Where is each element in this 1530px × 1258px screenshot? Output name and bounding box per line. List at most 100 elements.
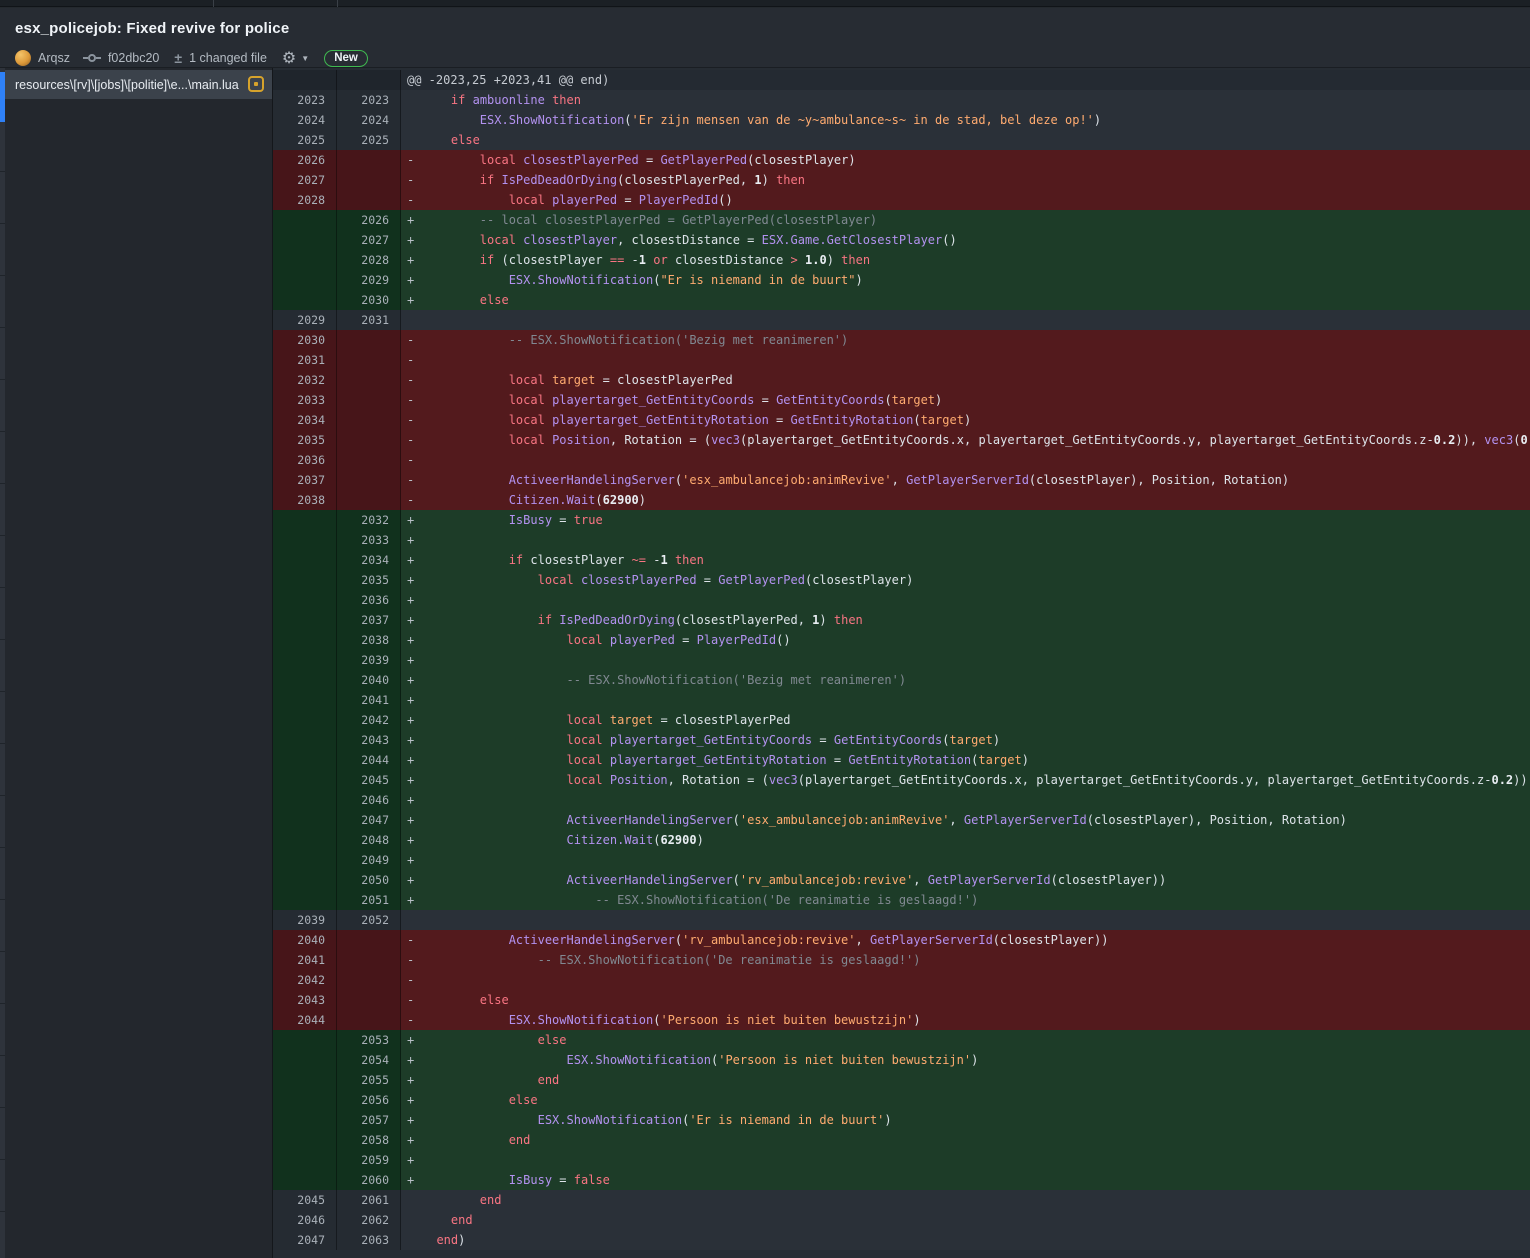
diff-line: 2029+ ESX.ShowNotification("Er is nieman… — [273, 270, 1530, 290]
diff-line: 2058+ end — [273, 1130, 1530, 1150]
old-line-number — [273, 790, 337, 810]
old-line-number: 2035 — [273, 430, 337, 450]
diff-line: 2027- if IsPedDeadOrDying(closestPlayerP… — [273, 170, 1530, 190]
old-line-number — [273, 1150, 337, 1170]
added-marker: + — [407, 550, 422, 570]
removed-marker: - — [407, 350, 422, 370]
code-text: + if IsPedDeadOrDying(closestPlayerPed, … — [401, 610, 1530, 630]
diff-line: 2030+ else — [273, 290, 1530, 310]
diff-line: 20232023 if ambuonline then — [273, 90, 1530, 110]
diff-line: 2035+ local closestPlayerPed = GetPlayer… — [273, 570, 1530, 590]
diff-line: 2048+ Citizen.Wait(62900) — [273, 830, 1530, 850]
commit-hash: f02dbc20 — [108, 51, 159, 65]
new-line-number: 2049 — [337, 850, 401, 870]
old-line-number — [273, 70, 337, 90]
new-line-number: 2033 — [337, 530, 401, 550]
new-line-number — [337, 430, 401, 450]
old-line-number — [273, 690, 337, 710]
diff-line: 2032- local target = closestPlayerPed — [273, 370, 1530, 390]
old-line-number: 2029 — [273, 310, 337, 330]
new-line-number: 2041 — [337, 690, 401, 710]
added-marker: + — [407, 670, 422, 690]
new-line-number — [337, 190, 401, 210]
new-line-number: 2026 — [337, 210, 401, 230]
old-line-number — [273, 210, 337, 230]
code-text: + local Position, Rotation = (vec3(playe… — [401, 770, 1530, 790]
removed-marker: - — [407, 330, 422, 350]
added-marker: + — [407, 1030, 422, 1050]
diff-line: 2042- — [273, 970, 1530, 990]
column-divider — [337, 0, 338, 7]
code-text: + Citizen.Wait(62900) — [401, 830, 1530, 850]
code-text: + -- ESX.ShowNotification('Bezig met rea… — [401, 670, 1530, 690]
old-line-number — [273, 670, 337, 690]
new-line-number: 2056 — [337, 1090, 401, 1110]
new-line-number: 2045 — [337, 770, 401, 790]
diff-line: 2059+ — [273, 1150, 1530, 1170]
diff-line: 2038+ local playerPed = PlayerPedId() — [273, 630, 1530, 650]
old-line-number — [273, 730, 337, 750]
code-text: + — [401, 590, 1530, 610]
new-line-number: 2042 — [337, 710, 401, 730]
added-marker: + — [407, 290, 422, 310]
new-line-number: 2037 — [337, 610, 401, 630]
diff-hunk-header: @@ -2023,25 +2023,41 @@ end) — [273, 70, 1530, 90]
diff-line: 20452061 end — [273, 1190, 1530, 1210]
old-line-number: 2044 — [273, 1010, 337, 1030]
code-text: - — [401, 970, 1530, 990]
code-text: + ActiveerHandelingServer('rv_ambulancej… — [401, 870, 1530, 890]
removed-marker: - — [407, 370, 422, 390]
old-line-number — [273, 650, 337, 670]
diff-line: 2042+ local target = closestPlayerPed — [273, 710, 1530, 730]
added-marker: + — [407, 530, 422, 550]
changed-files-count: 1 changed file — [189, 51, 267, 65]
new-line-number — [337, 370, 401, 390]
commit-title: esx_policejob: Fixed revive for police — [15, 20, 289, 37]
removed-marker: - — [407, 470, 422, 490]
diff-line: 2028+ if (closestPlayer == -1 or closest… — [273, 250, 1530, 270]
code-text: + end — [401, 1130, 1530, 1150]
new-line-number — [337, 450, 401, 470]
new-line-number — [337, 1010, 401, 1030]
diff-line: 2037- ActiveerHandelingServer('esx_ambul… — [273, 470, 1530, 490]
changed-file-row[interactable]: resources\[rv]\[jobs]\[politie]\e...\mai… — [5, 70, 272, 99]
added-marker: + — [407, 690, 422, 710]
added-marker: + — [407, 270, 422, 290]
removed-marker: - — [407, 990, 422, 1010]
code-text: + — [401, 790, 1530, 810]
modified-file-icon — [248, 76, 264, 92]
added-marker: + — [407, 210, 422, 230]
diff-line: 2060+ IsBusy = false — [273, 1170, 1530, 1190]
code-text: if ambuonline then — [401, 90, 1530, 110]
added-marker: + — [407, 1130, 422, 1150]
old-line-number — [273, 810, 337, 830]
old-line-number — [273, 1110, 337, 1130]
code-text: - else — [401, 990, 1530, 1010]
old-line-number: 2039 — [273, 910, 337, 930]
code-text: - local playertarget_GetEntityRotation =… — [401, 410, 1530, 430]
diff-line: 2040+ -- ESX.ShowNotification('Bezig met… — [273, 670, 1530, 690]
old-line-number — [273, 1170, 337, 1190]
old-line-number: 2033 — [273, 390, 337, 410]
diff-stat-icon: ± — [174, 50, 182, 66]
new-line-number: 2036 — [337, 590, 401, 610]
new-line-number: 2048 — [337, 830, 401, 850]
chevron-down-icon[interactable]: ▼ — [301, 54, 309, 63]
old-line-number: 2023 — [273, 90, 337, 110]
diff-line: 2037+ if IsPedDeadOrDying(closestPlayerP… — [273, 610, 1530, 630]
code-text: end — [401, 1190, 1530, 1210]
old-line-number — [273, 1090, 337, 1110]
new-line-number — [337, 170, 401, 190]
diff-line: 20252025 else — [273, 130, 1530, 150]
file-path-label: resources\[rv]\[jobs]\[politie]\e...\mai… — [15, 78, 239, 92]
removed-marker: - — [407, 150, 422, 170]
new-line-number — [337, 410, 401, 430]
old-line-number — [273, 630, 337, 650]
gear-icon[interactable]: ⚙ — [282, 48, 296, 68]
added-marker: + — [407, 1090, 422, 1110]
new-line-number: 2047 — [337, 810, 401, 830]
new-line-number: 2030 — [337, 290, 401, 310]
new-line-number: 2032 — [337, 510, 401, 530]
code-text: + end — [401, 1070, 1530, 1090]
old-line-number — [273, 270, 337, 290]
